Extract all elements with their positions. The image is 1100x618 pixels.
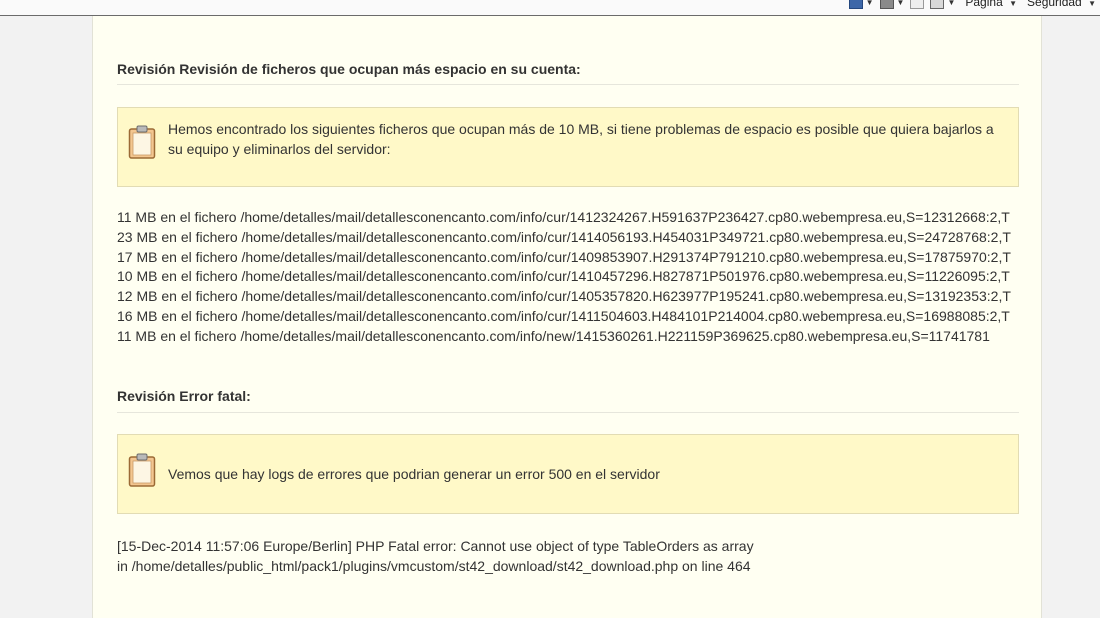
divider (117, 412, 1019, 413)
mail-icon[interactable] (910, 0, 925, 9)
log-line: [15-Dec-2014 11:57:06 Europe/Berlin] PHP… (117, 538, 754, 554)
notice-box-large-files: Hemos encontrado los siguientes ficheros… (117, 107, 1019, 187)
home-dropdown-chevron-icon[interactable]: ▼ (866, 0, 874, 7)
list-item: 12 MB en el fichero /home/detalles/mail/… (117, 288, 1011, 305)
home-icon[interactable] (848, 0, 863, 9)
rss-icon[interactable] (879, 0, 894, 9)
divider (117, 84, 1019, 85)
section-heading-large-files: Revisión Revisión de ficheros que ocupan… (117, 61, 581, 77)
browser-command-bar: ▼ ▼ ▼ Página ▼ Seguridad ▼ (0, 0, 1100, 16)
chevron-down-icon: ▼ (1009, 0, 1018, 8)
notice-box-fatal-error: Vemos que hay logs de errores que podria… (117, 434, 1019, 514)
security-menu-label: Seguridad (1027, 0, 1082, 9)
print-dropdown-chevron-icon[interactable]: ▼ (947, 0, 955, 7)
chevron-down-icon: ▼ (1088, 0, 1096, 8)
log-line: in /home/detalles/public_html/pack1/plug… (117, 557, 751, 574)
notice-text: Hemos encontrado los siguientes ficheros… (168, 121, 994, 157)
list-item: 11 MB en el fichero /home/detalles/mail/… (117, 327, 990, 344)
content-panel: Revisión Revisión de ficheros que ocupan… (92, 16, 1042, 618)
page-menu-label: Página (965, 0, 1003, 9)
list-item: 23 MB en el fichero /home/detalles/mail/… (117, 228, 1011, 245)
notice-text: Vemos que hay logs de errores que podria… (168, 466, 660, 482)
error-log: [15-Dec-2014 11:57:06 Europe/Berlin] PHP… (117, 537, 754, 577)
page-menu-button[interactable]: Página ▼ (965, 0, 1017, 9)
large-files-list: 11 MB en el fichero /home/detalles/mail/… (117, 208, 1011, 347)
print-icon[interactable] (930, 0, 945, 9)
clipboard-icon (128, 125, 156, 159)
list-item: 16 MB en el fichero /home/detalles/mail/… (117, 307, 1010, 324)
list-item: 11 MB en el fichero /home/detalles/mail/… (117, 209, 1010, 225)
list-item: 10 MB en el fichero /home/detalles/mail/… (117, 268, 1010, 285)
rss-dropdown-chevron-icon[interactable]: ▼ (897, 0, 905, 7)
list-item: 17 MB en el fichero /home/detalles/mail/… (117, 248, 1011, 265)
clipboard-icon (128, 453, 156, 487)
section-heading-fatal-error: Revisión Error fatal: (117, 388, 251, 404)
command-bar-items: ▼ ▼ ▼ Página ▼ Seguridad ▼ (843, 0, 1096, 9)
page-gutter (0, 16, 92, 618)
security-menu-button[interactable]: Seguridad ▼ (1027, 0, 1096, 9)
